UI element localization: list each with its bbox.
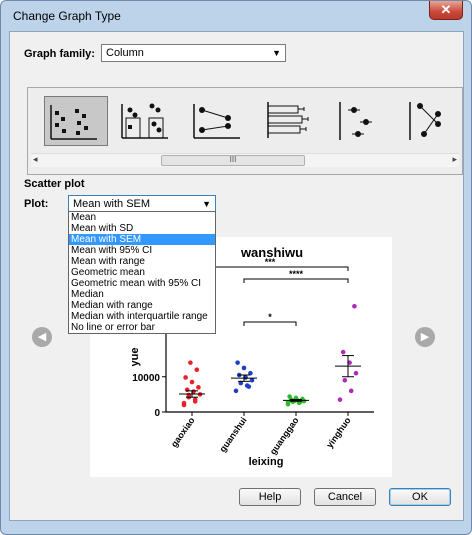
data-point xyxy=(233,388,239,394)
plot-option[interactable]: Mean with SEM xyxy=(69,234,215,245)
plot-option[interactable]: Geometric mean with 95% CI xyxy=(69,278,215,289)
data-point xyxy=(348,388,354,394)
graph-type-gallery: ◂ III ▸ xyxy=(27,87,463,175)
horizontal-bars-with-error-icon xyxy=(267,102,309,138)
scatter-with-bars-icon xyxy=(121,103,168,139)
change-graph-type-dialog: Change Graph Type ✕ Graph family: Column… xyxy=(0,0,472,535)
prev-preview-button[interactable]: ◀ xyxy=(32,327,52,347)
data-point xyxy=(181,400,187,406)
data-point xyxy=(189,379,195,385)
data-point xyxy=(183,375,188,380)
graph-family-label: Graph family: xyxy=(24,48,95,60)
dialog-body: Graph family: Column ▼ ◂ III ▸ Scatter p… xyxy=(9,31,464,521)
data-point xyxy=(246,384,252,389)
scroll-left-icon[interactable]: ◂ xyxy=(33,154,38,165)
plot-option[interactable]: No line or error bar xyxy=(69,322,215,333)
graph-family-select[interactable]: Column ▼ xyxy=(101,44,286,62)
plot-option[interactable]: Geometric mean xyxy=(69,267,215,278)
chart-y-label: yue xyxy=(129,348,141,367)
gallery-scrollbar[interactable]: ◂ III ▸ xyxy=(31,153,459,167)
x-tick-label: guanggao xyxy=(268,415,301,456)
title-bar: Change Graph Type ✕ xyxy=(1,1,471,31)
scroll-right-icon[interactable]: ▸ xyxy=(452,154,457,165)
dialog-title: Change Graph Type xyxy=(13,9,121,23)
data-point xyxy=(188,360,193,365)
graph-family-value: Column xyxy=(106,47,144,59)
data-point xyxy=(241,365,247,371)
x-tick-label: guanshui xyxy=(218,415,249,454)
plot-option[interactable]: Mean with 95% CI xyxy=(69,245,215,256)
gallery-tile-hpoints[interactable] xyxy=(332,96,396,146)
data-point xyxy=(287,394,292,399)
plot-option[interactable]: Mean xyxy=(69,212,215,223)
plot-option[interactable]: Mean with range xyxy=(69,256,215,267)
x-tick-label: yinghuo xyxy=(324,415,353,450)
before-after-lines-icon xyxy=(193,104,240,139)
data-point xyxy=(194,367,200,372)
plot-dropdown-list: Mean Mean with SD Mean with SEM Mean with 9… xyxy=(68,211,216,334)
data-point xyxy=(337,397,343,402)
data-point xyxy=(340,349,346,355)
data-point xyxy=(235,360,240,365)
chevron-down-icon: ▼ xyxy=(202,199,211,209)
x-tick-label: gaoxiao xyxy=(169,415,197,449)
help-button[interactable]: Help xyxy=(239,488,301,506)
y-tick-label: 10000 xyxy=(132,373,160,384)
chart-x-label: leixing xyxy=(249,456,284,468)
data-point xyxy=(249,377,255,383)
cancel-button[interactable]: Cancel xyxy=(314,488,376,506)
next-preview-button[interactable]: ▶ xyxy=(415,327,435,347)
data-point xyxy=(342,377,348,383)
plot-option[interactable]: Median with range xyxy=(69,300,215,311)
scatter-plot-icon xyxy=(50,105,97,140)
gallery-tile-scatter-bar[interactable] xyxy=(116,96,180,146)
plot-option[interactable]: Median with interquartile range xyxy=(69,311,215,322)
significance-bracket xyxy=(243,278,349,283)
y-tick-label: 0 xyxy=(154,408,160,419)
data-point xyxy=(352,303,357,309)
section-title: Scatter plot xyxy=(24,178,85,190)
data-point xyxy=(196,385,201,390)
plot-option[interactable]: Mean with SD xyxy=(69,223,215,234)
gallery-tile-before-after[interactable] xyxy=(188,96,252,146)
gallery-tile-scatter[interactable] xyxy=(44,96,108,146)
scrollbar-thumb[interactable]: III xyxy=(161,155,305,166)
significance-label: *** xyxy=(265,257,276,267)
gallery-tile-connected[interactable] xyxy=(404,96,468,146)
plot-option[interactable]: Median xyxy=(69,289,215,300)
plot-select-value: Mean with SEM xyxy=(73,198,151,210)
gallery-tile-hbar[interactable] xyxy=(260,96,324,146)
data-point xyxy=(192,399,198,404)
chevron-down-icon: ▼ xyxy=(272,48,281,58)
significance-label: **** xyxy=(289,269,304,279)
horizontal-points-with-error-icon xyxy=(339,102,372,140)
plot-label: Plot: xyxy=(24,198,49,210)
data-point xyxy=(184,387,190,393)
data-point xyxy=(186,392,192,398)
connected-points-icon xyxy=(409,102,441,140)
significance-bracket xyxy=(243,321,297,326)
close-button[interactable]: ✕ xyxy=(429,1,463,20)
significance-label: * xyxy=(268,312,272,322)
ok-button[interactable]: OK xyxy=(389,488,451,506)
data-point xyxy=(353,370,359,376)
